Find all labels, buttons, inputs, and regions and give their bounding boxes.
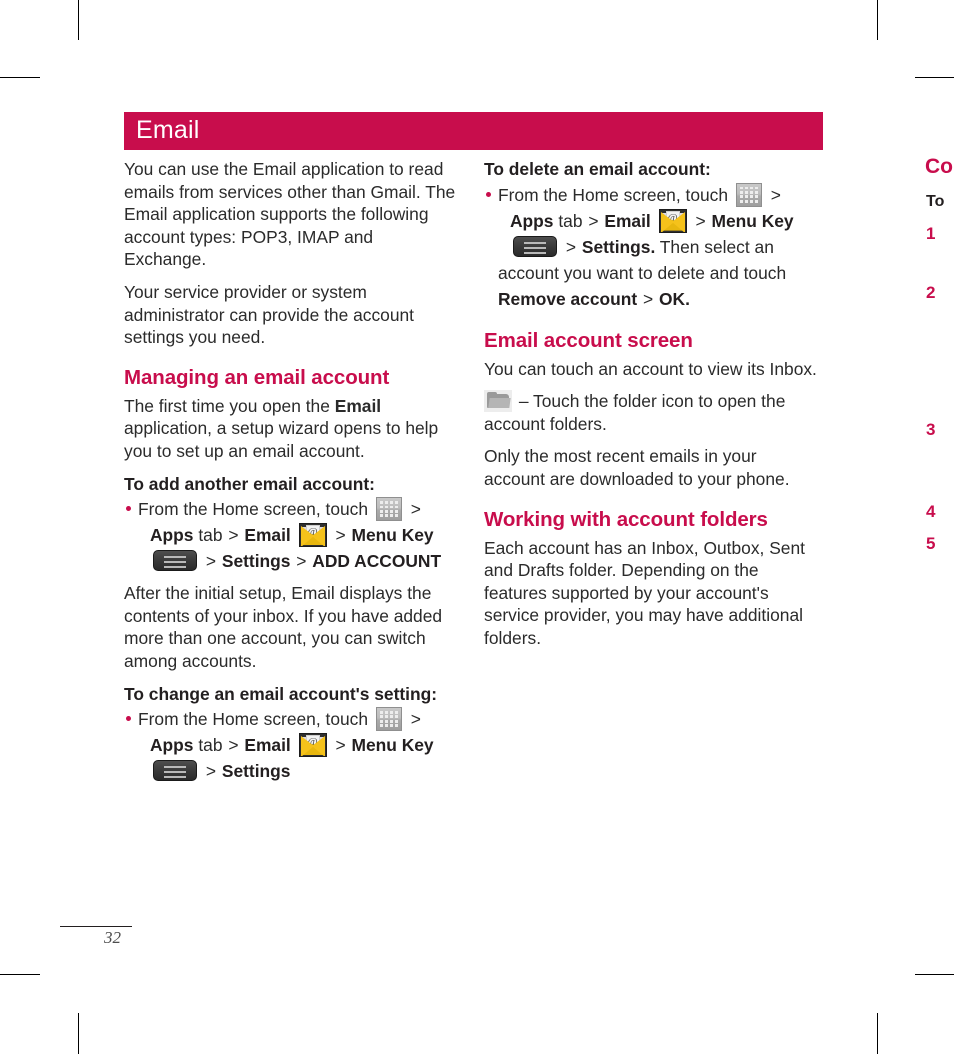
intro-paragraph-2: Your service provider or system administ… [124,281,415,348]
add-account-label: ADD ACCOUNT [312,551,442,572]
delete-remove-account-label: Remove account [498,288,638,309]
next-page-bleed: Co To 1 2 3 4 5 [880,0,954,1054]
change-email-label: Email [244,735,291,756]
add-menu-key-label: Menu Key [351,525,434,546]
bullet-change-setting-steps: From the Home screen, touch > Apps tab >… [124,706,458,784]
managing-text-b: application, a setup wizard opens to hel… [124,418,439,461]
delete-gt-4: > [565,236,576,257]
change-gt-4: > [205,761,216,782]
folder-icon-paragraph: – Touch the folder icon to open the acco… [484,390,818,435]
change-apps-label: Apps [150,735,194,756]
bullet-dot-icon [126,506,131,512]
folder-icon [484,390,512,413]
menu-key-icon [513,235,557,257]
add-settings-label: Settings [221,551,291,572]
chapter-banner: Email [124,112,823,150]
add-gt-5: > [296,551,307,572]
change-gt-2: > [228,735,239,756]
next-page-number-5: 5 [926,534,936,553]
left-column: You can use the Email application to rea… [124,158,458,792]
add-gt-2: > [228,525,239,546]
change-gt-1: > [410,709,421,730]
email-envelope-icon: @ [298,733,327,758]
managing-text-a: The first time you open the [124,395,335,416]
account-screen-paragraph-2: Only the most recent emails in your acco… [484,446,790,489]
manual-page: Email You can use the Email application … [0,0,880,1054]
section-heading-account-screen: Email account screen [484,328,693,352]
menu-key-icon [153,760,197,782]
subheading-add-account: To add another email account: [124,473,375,494]
apps-grid-icon [375,497,402,522]
change-tab-label: tab [198,735,223,756]
subheading-change-setting: To change an email account's setting: [124,683,438,704]
menu-key-icon [153,550,197,572]
add-gt-3: > [335,525,346,546]
next-page-subheading: To [926,193,945,210]
add-from-home-text: From the Home screen, touch [138,499,369,520]
managing-paragraph: The first time you open the Email applic… [124,395,458,463]
change-from-home-text: From the Home screen, touch [138,709,369,730]
delete-gt-1: > [770,184,781,205]
folder-line-text: – Touch the folder icon to open the acco… [484,391,786,434]
section-heading-working-folders: Working with account folders [484,507,768,531]
add-tab-label: tab [198,525,223,546]
page-title: Email [136,116,200,144]
delete-gt-2: > [588,210,599,231]
page-number: 32 [104,928,121,947]
add-apps-label: Apps [150,525,194,546]
delete-tab-label: tab [558,210,583,231]
change-gt-3: > [335,735,346,756]
apps-grid-icon [735,182,762,207]
next-page-heading: Co [925,155,953,178]
working-folders-paragraph: Each account has an Inbox, Outbox, Sent … [484,537,805,648]
delete-gt-5: > [643,288,654,309]
add-gt-4: > [205,551,216,572]
next-page-number-3: 3 [926,420,936,439]
add-gt-1: > [410,499,421,520]
apps-grid-icon [375,707,402,732]
after-setup-paragraph: After the initial setup, Email displays … [124,583,443,671]
delete-gt-3: > [695,210,706,231]
add-email-label: Email [244,525,291,546]
delete-apps-label: Apps [510,210,554,231]
page-number-rule [60,926,132,927]
change-settings-label: Settings [221,761,291,782]
delete-from-home-text: From the Home screen, touch [498,184,729,205]
right-column: To delete an email account: From the Hom… [484,158,818,650]
bullet-delete-account-steps: From the Home screen, touch > Apps tab >… [484,182,818,312]
bullet-dot-icon [126,716,131,722]
bullet-add-account-steps: From the Home screen, touch > Apps tab >… [124,496,458,574]
next-page-number-4: 4 [926,502,936,521]
delete-email-label: Email [604,210,651,231]
delete-menu-key-label: Menu Key [711,210,794,231]
email-envelope-icon: @ [298,523,327,548]
delete-ok-label: OK. [659,288,690,309]
intro-paragraph-1: You can use the Email application to rea… [124,159,456,270]
next-page-number-2: 2 [926,283,936,302]
delete-settings-label: Settings. [581,236,656,257]
section-heading-managing: Managing an email account [124,365,390,389]
next-page-number-1: 1 [926,224,936,243]
change-menu-key-label: Menu Key [351,735,434,756]
subheading-delete-account: To delete an email account: [484,159,711,179]
bullet-dot-icon [486,191,491,197]
email-envelope-icon: @ [658,208,687,233]
account-screen-paragraph-1: You can touch an account to view its Inb… [484,358,817,379]
managing-email-bold: Email [334,395,382,416]
